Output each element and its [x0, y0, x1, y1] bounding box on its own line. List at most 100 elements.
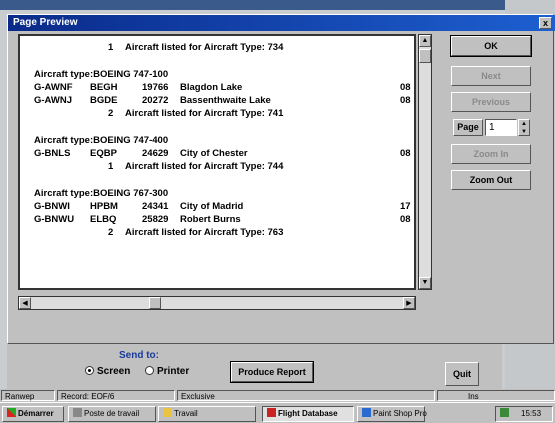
produce-report-button[interactable]: Produce Report [230, 361, 314, 383]
status-bar: Ranwep Record: EOF/6 Exclusive Ins [0, 389, 555, 402]
window-titlebar: Page Preview x [8, 15, 555, 31]
cell-tail: 08 [400, 95, 411, 106]
cell-name: Blagdon Lake [180, 82, 243, 93]
system-tray: 15:53 [495, 406, 553, 422]
cell-reg: G-BNLS [34, 148, 71, 159]
taskbar-label: Flight Database [278, 409, 338, 418]
page-spinner[interactable]: ▲ ▼ [518, 119, 530, 136]
total-text: Aircraft listed for Aircraft Type: 763 [125, 227, 284, 238]
scroll-down-icon[interactable]: ▼ [419, 277, 431, 289]
report-row: G-AWNJ BGDE 20272 Bassenthwaite Lake 08 [20, 95, 414, 107]
report-options-form: Send to: Screen Printer Produce Report Q… [7, 344, 502, 390]
cell-tail: 08 [400, 148, 411, 159]
cell-code: EQBP [90, 148, 117, 159]
cell-num: 20272 [142, 95, 169, 106]
status-ins: Ins [437, 390, 555, 401]
printer-radio[interactable]: Printer [145, 366, 189, 377]
page-control: Page 1 ▲ ▼ [451, 118, 531, 138]
cell-name: Robert Burns [180, 214, 241, 225]
taskbar-item-travail[interactable]: Travail [158, 406, 256, 422]
report-type-header: Aircraft type:BOEING 767-300 [20, 188, 414, 200]
tray-icon[interactable] [500, 408, 509, 417]
windows-logo-icon [7, 408, 16, 417]
start-label: Démarrer [18, 409, 54, 418]
screen-radio[interactable]: Screen [85, 366, 130, 377]
clock: 15:53 [521, 409, 542, 418]
report-row: G-BNWI HPBM 24341 City of Madrid 17 [20, 201, 414, 213]
printer-label: Printer [157, 366, 190, 377]
quit-button[interactable]: Quit [445, 362, 479, 386]
ok-button[interactable]: OK [450, 35, 532, 57]
report-type-total: 2 Aircraft listed for Aircraft Type: 763 [20, 227, 414, 239]
cell-reg: G-BNWI [34, 201, 70, 212]
spin-up-icon[interactable]: ▲ [519, 120, 529, 128]
total-text: Aircraft listed for Aircraft Type: 744 [125, 161, 284, 172]
cell-tail: 08 [400, 214, 411, 225]
type-header-text: Aircraft type:BOEING 747-100 [34, 69, 169, 80]
total-count: 2 [108, 108, 114, 119]
cell-name: City of Madrid [180, 201, 244, 212]
status-mode: Exclusive [177, 390, 435, 401]
vertical-scrollbar[interactable]: ▲ ▼ [418, 34, 432, 290]
cell-code: BGDE [90, 95, 118, 106]
report-type-total: 1 Aircraft listed for Aircraft Type: 734 [20, 42, 414, 54]
screen-label: Screen [97, 366, 131, 377]
report-row: G-BNWU ELBQ 25829 Robert Burns 08 [20, 214, 414, 226]
cell-code: BEGH [90, 82, 118, 93]
report-type-header: Aircraft type:BOEING 747-400 [20, 135, 414, 147]
paint-icon [362, 408, 371, 417]
scroll-thumb[interactable] [419, 49, 431, 63]
cell-code: HPBM [90, 201, 118, 212]
cell-num: 25829 [142, 214, 169, 225]
scroll-right-icon[interactable]: ▶ [403, 297, 415, 309]
start-button[interactable]: Démarrer [2, 406, 64, 422]
taskbar-label: Travail [174, 409, 198, 418]
total-count: 1 [108, 161, 114, 172]
taskbar-item-flight-database[interactable]: Flight Database [262, 406, 354, 422]
computer-icon [73, 408, 82, 417]
status-record: Record: EOF/6 [57, 390, 175, 401]
spin-down-icon[interactable]: ▼ [519, 128, 529, 136]
report-row: G-BNLS EQBP 24629 City of Chester 08 [20, 148, 414, 160]
send-to-label: Send to: [119, 350, 159, 361]
radio-empty-icon[interactable] [145, 366, 154, 375]
taskbar-label: Paint Shop Pro [373, 409, 427, 418]
cell-name: City of Chester [180, 148, 248, 159]
previous-button[interactable]: Previous [451, 92, 531, 112]
radio-selected-icon[interactable] [85, 366, 94, 375]
page-number-input[interactable]: 1 [485, 119, 517, 136]
report-type-header: Aircraft type:BOEING 747-100 [20, 69, 414, 81]
report-preview-area[interactable]: 1 Aircraft listed for Aircraft Type: 734 A… [18, 34, 416, 290]
taskbar-item-paint-shop-pro[interactable]: Paint Shop Pro [357, 406, 427, 422]
type-header-text: Aircraft type:BOEING 767-300 [34, 188, 169, 199]
cell-tail: 08 [400, 82, 411, 93]
status-view: Ranwep [1, 390, 55, 401]
cell-reg: G-BNWU [34, 214, 75, 225]
folder-icon [163, 408, 172, 417]
report-row: G-AWNF BEGH 19766 Blagdon Lake 08 [20, 82, 414, 94]
cell-name: Bassenthwaite Lake [180, 95, 271, 106]
zoom-in-button[interactable]: Zoom In [451, 144, 531, 164]
taskbar-item-poste[interactable]: Poste de travail [68, 406, 156, 422]
next-button[interactable]: Next [451, 66, 531, 86]
total-count: 2 [108, 227, 114, 238]
cell-tail: 17 [400, 201, 411, 212]
total-text: Aircraft listed for Aircraft Type: 741 [125, 108, 284, 119]
scroll-left-icon[interactable]: ◀ [19, 297, 31, 309]
cell-num: 24629 [142, 148, 169, 159]
window-title: Page Preview [13, 17, 78, 28]
horizontal-scrollbar[interactable]: ◀ ▶ [18, 296, 416, 310]
cell-reg: G-AWNF [34, 82, 73, 93]
page-button[interactable]: Page [453, 119, 483, 136]
cell-code: ELBQ [90, 214, 117, 225]
scroll-up-icon[interactable]: ▲ [419, 35, 431, 47]
cell-num: 24341 [142, 201, 169, 212]
zoom-out-button[interactable]: Zoom Out [451, 170, 531, 190]
close-icon[interactable]: x [539, 17, 552, 29]
cell-num: 19766 [142, 82, 169, 93]
taskbar: Démarrer Poste de travail Travail Flight… [0, 402, 555, 423]
database-icon [267, 408, 276, 417]
total-count: 1 [108, 42, 114, 53]
total-text: Aircraft listed for Aircraft Type: 734 [125, 42, 284, 53]
scroll-thumb-horizontal[interactable] [149, 297, 161, 309]
